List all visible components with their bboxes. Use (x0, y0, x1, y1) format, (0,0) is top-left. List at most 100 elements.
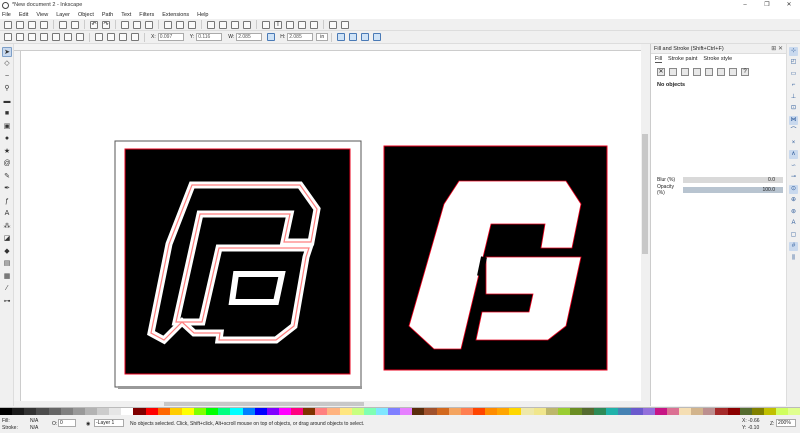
tab-fill[interactable]: Fill (655, 56, 663, 63)
tweak-tool-icon[interactable]: ~ (2, 72, 12, 82)
fill-value[interactable]: N/A (30, 418, 38, 424)
rotate-ccw-icon[interactable] (40, 33, 48, 41)
gradient-tool-icon[interactable]: ▤ (2, 259, 12, 269)
export-icon[interactable] (71, 20, 79, 29)
duplicate-icon[interactable] (207, 20, 215, 29)
snap-guide-icon[interactable]: ⫼ (789, 254, 798, 263)
snap-midpoint-icon[interactable]: ⊸ (789, 173, 798, 182)
snap-rotation-center-icon[interactable]: ⊛ (789, 208, 798, 217)
text-tool-icon[interactable]: A (2, 209, 12, 219)
layer-select[interactable]: -Layer 1 (94, 419, 124, 427)
spray-tool-icon[interactable]: ⁂ (2, 222, 12, 232)
menu-object[interactable]: Object (78, 12, 94, 18)
deselect-icon[interactable] (28, 33, 36, 41)
group-icon[interactable] (231, 20, 239, 29)
snap-toggle-icon[interactable]: ⊹ (789, 46, 798, 56)
layer-visibility-icon[interactable]: ◉ (86, 421, 90, 427)
zoom-input[interactable]: 200% (776, 419, 796, 427)
paste-icon[interactable] (145, 20, 153, 29)
snap-bbox-icon[interactable]: ◰ (789, 58, 798, 67)
menu-filters[interactable]: Filters (139, 12, 154, 18)
no-paint-icon[interactable]: ✕ (657, 68, 665, 76)
rotate-cw-icon[interactable] (52, 33, 60, 41)
raise-icon[interactable] (107, 33, 115, 41)
calligraphy-tool-icon[interactable]: ƒ (2, 197, 12, 207)
snap-text-baseline-icon[interactable]: A (789, 219, 798, 228)
node-tool-icon[interactable]: ◇ (2, 59, 12, 69)
save-icon[interactable] (28, 20, 36, 29)
3d-box-tool-icon[interactable]: ▣ (2, 122, 12, 132)
snap-bbox-center-icon[interactable]: ⊡ (789, 104, 798, 113)
menu-path[interactable]: Path (102, 12, 113, 18)
flip-horizontal-icon[interactable] (64, 33, 72, 41)
blur-slider[interactable]: Blur (%) 0.0 (657, 176, 783, 184)
clone-icon[interactable] (219, 20, 227, 29)
zoom-selection-icon[interactable] (164, 20, 172, 29)
paint-bucket-tool-icon[interactable]: ◆ (2, 247, 12, 257)
snap-paths-icon[interactable]: ⌒ (789, 127, 798, 136)
h-input[interactable]: 2.085 (287, 33, 314, 41)
snap-others-icon[interactable]: ⊙ (789, 184, 798, 194)
menu-help[interactable]: Help (197, 12, 208, 18)
snap-intersection-icon[interactable]: × (789, 139, 798, 148)
redo-icon[interactable]: ↷ (102, 20, 110, 29)
pen-tool-icon[interactable]: ✒ (2, 184, 12, 194)
pencil-tool-icon[interactable]: ✎ (2, 172, 12, 182)
dialog-close-icon[interactable]: ⊞ ✕ (771, 45, 783, 52)
ellipse-tool-icon[interactable]: ● (2, 134, 12, 144)
select-all-layers-icon[interactable] (16, 33, 24, 41)
menu-layer[interactable]: Layer (56, 12, 70, 18)
tab-stroke-paint[interactable]: Stroke paint (668, 56, 697, 62)
move-patterns-icon[interactable] (373, 33, 382, 41)
align-icon[interactable] (310, 20, 318, 29)
stroke-value[interactable]: N/A (30, 425, 38, 431)
zoom-tool-icon[interactable]: ⚲ (2, 84, 12, 94)
spiral-tool-icon[interactable]: @ (2, 159, 12, 169)
undo-icon[interactable]: ↶ (90, 20, 98, 29)
zoom-page-icon[interactable] (188, 20, 196, 29)
snap-page-border-icon[interactable]: ▢ (789, 231, 798, 240)
xml-editor-icon[interactable] (298, 20, 306, 29)
unset-paint-icon[interactable]: ? (741, 68, 749, 76)
lock-ratio-icon[interactable] (267, 33, 276, 41)
tab-stroke-style[interactable]: Stroke style (703, 56, 732, 62)
canvas[interactable] (14, 44, 643, 401)
ungroup-icon[interactable] (243, 20, 251, 29)
close-button[interactable]: ✕ (778, 0, 800, 10)
snap-smooth-icon[interactable]: ∽ (789, 162, 798, 171)
swatch-icon[interactable] (729, 68, 737, 76)
x-input[interactable]: 0.097 (157, 33, 184, 41)
layers-icon[interactable] (286, 20, 294, 29)
menu-edit[interactable]: Edit (19, 12, 28, 18)
selector-tool-icon[interactable]: ➤ (2, 46, 12, 57)
connector-tool-icon[interactable]: ⊶ (2, 297, 12, 307)
snap-cusp-icon[interactable]: ∧ (789, 150, 798, 159)
snap-grid-icon[interactable]: # (789, 242, 798, 251)
scale-stroke-icon[interactable] (337, 33, 346, 41)
text-font-icon[interactable]: T (274, 20, 282, 29)
unit-select[interactable]: in (316, 33, 329, 41)
raise-to-top-icon[interactable] (95, 33, 103, 41)
cut-icon[interactable] (133, 20, 141, 29)
y-input[interactable]: 0.116 (196, 33, 223, 41)
mesh-tool-icon[interactable]: ▦ (2, 272, 12, 282)
fill-stroke-icon[interactable] (262, 20, 270, 29)
menu-file[interactable]: File (2, 12, 11, 18)
lower-to-bottom-icon[interactable] (131, 33, 139, 41)
measure-tool-icon[interactable]: ▬ (2, 97, 12, 107)
menu-extensions[interactable]: Extensions (162, 12, 189, 18)
preferences-icon[interactable] (329, 20, 337, 29)
document-properties-icon[interactable] (341, 20, 349, 29)
radial-gradient-icon[interactable] (693, 68, 701, 76)
move-gradients-icon[interactable] (361, 33, 370, 41)
menu-view[interactable]: View (36, 12, 48, 18)
menu-text[interactable]: Text (121, 12, 131, 18)
opacity-slider[interactable]: Opacity (%) 100.0 (657, 184, 783, 196)
import-icon[interactable] (59, 20, 67, 29)
minimize-button[interactable]: – (734, 0, 756, 10)
w-input[interactable]: 2.085 (236, 33, 263, 41)
snap-nodes-icon[interactable]: ⋈ (789, 115, 798, 125)
copy-icon[interactable] (121, 20, 129, 29)
print-icon[interactable] (40, 20, 48, 29)
linear-gradient-icon[interactable] (681, 68, 689, 76)
